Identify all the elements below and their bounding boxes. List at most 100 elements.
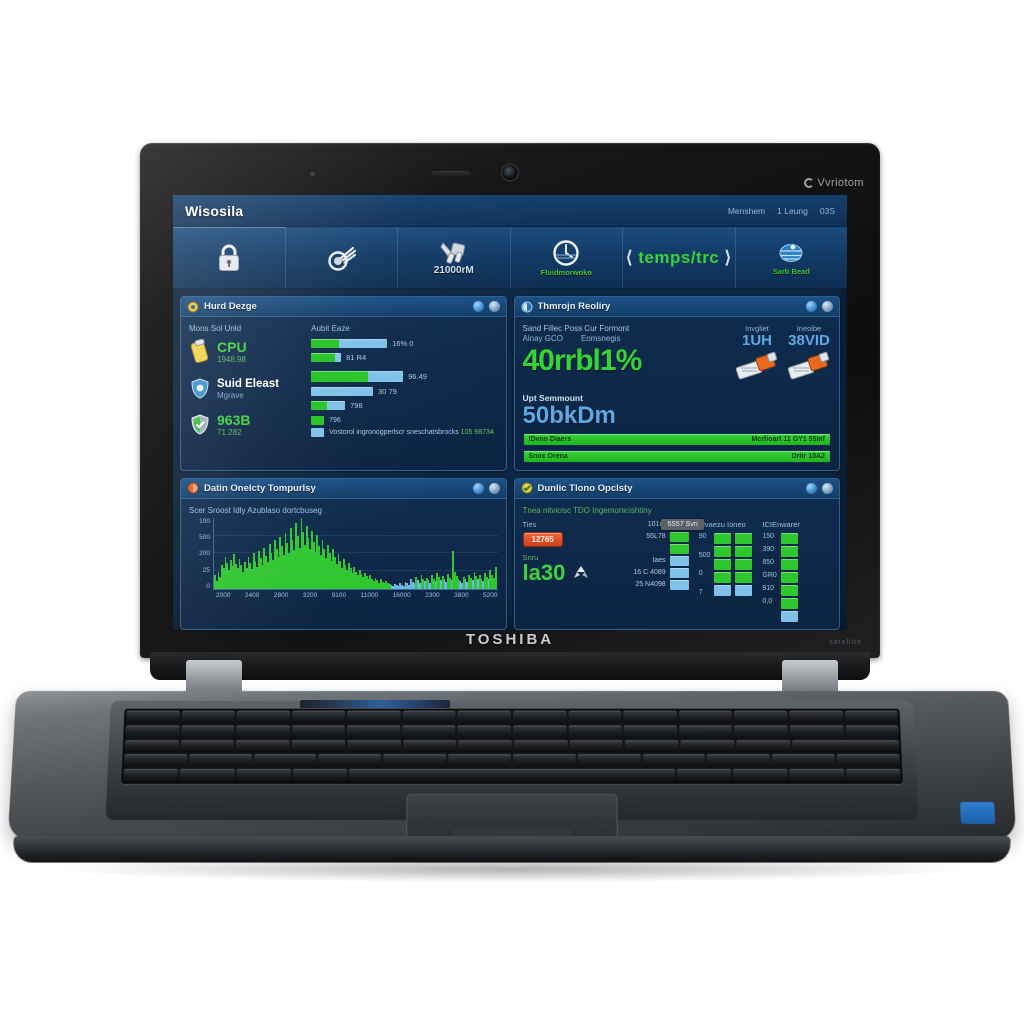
refresh-icon[interactable]	[806, 482, 817, 494]
keyboard-key[interactable]	[235, 739, 290, 753]
grid-key-row[interactable]: Iaes	[652, 555, 689, 566]
keyboard-key[interactable]	[125, 725, 180, 738]
keyboard-key[interactable]	[179, 769, 235, 782]
keyboard-key[interactable]	[513, 710, 567, 724]
keyboard-key[interactable]	[123, 769, 179, 782]
keyboard-key[interactable]	[736, 739, 791, 753]
grid-block[interactable]	[780, 597, 798, 609]
keyboard-key[interactable]	[402, 725, 456, 738]
keyboard-key[interactable]	[347, 710, 401, 724]
grid-block[interactable]	[780, 545, 798, 557]
keyboard-key[interactable]	[236, 710, 291, 724]
trackpad[interactable]	[406, 793, 618, 843]
keyboard-key[interactable]	[514, 739, 568, 753]
connector-item[interactable]: Invgliet 1UH	[735, 324, 779, 385]
keyboard-key[interactable]	[457, 725, 512, 738]
keyboard-key[interactable]	[291, 710, 346, 724]
keyboard-key[interactable]	[789, 710, 843, 724]
keyboard-key[interactable]	[845, 769, 901, 782]
toolbar-item-clock[interactable]: Fluidmorwoko	[511, 227, 623, 288]
grid-block[interactable]	[735, 558, 753, 570]
toolbar-item-lock[interactable]	[173, 227, 286, 288]
keyboard-key[interactable]	[625, 739, 679, 753]
keyboard-key[interactable]	[707, 754, 771, 768]
connector-item[interactable]: Ineoibe 38VID	[787, 324, 831, 385]
keyboard-key[interactable]	[623, 725, 678, 738]
keyboard[interactable]	[121, 708, 903, 784]
grid-action-button[interactable]: 12765	[522, 531, 563, 547]
keyboard-key[interactable]	[236, 769, 291, 782]
keyboard-key[interactable]	[680, 739, 735, 753]
stat-row[interactable]: Suid Eleast Mgrave	[189, 377, 303, 401]
keyboard-key[interactable]	[383, 754, 447, 768]
keyboard-key[interactable]	[291, 725, 346, 738]
keyboard-key[interactable]	[771, 754, 836, 768]
keyboard-key[interactable]	[678, 710, 733, 724]
settings-icon[interactable]	[822, 482, 833, 494]
keyboard-key[interactable]	[733, 710, 788, 724]
keyboard-key[interactable]	[568, 710, 622, 724]
keyboard-key[interactable]	[346, 725, 401, 738]
grid-block[interactable]	[780, 610, 798, 622]
toolbar-item-network[interactable]: Sarb Bead	[736, 227, 848, 288]
keyboard-key[interactable]	[125, 710, 180, 724]
keyboard-key[interactable]	[448, 754, 511, 768]
keyboard-key[interactable]	[569, 739, 624, 753]
keyboard-key[interactable]	[458, 739, 513, 753]
grid-block[interactable]	[735, 545, 753, 557]
keyboard-key[interactable]	[512, 754, 576, 768]
grid-block[interactable]	[780, 584, 798, 596]
stat-row[interactable]: 963B 71.282	[189, 413, 303, 437]
keyboard-key[interactable]	[348, 769, 676, 782]
grid-block[interactable]	[780, 558, 798, 570]
keyboard-key[interactable]	[623, 710, 677, 724]
grid-key-row[interactable]: 55L78	[646, 531, 689, 542]
keyboard-key[interactable]	[568, 725, 622, 738]
keyboard-key[interactable]	[291, 739, 346, 753]
grid-block[interactable]	[780, 571, 798, 583]
keyboard-key[interactable]	[733, 769, 788, 782]
keyboard-key[interactable]	[180, 725, 235, 738]
keyboard-key[interactable]	[253, 754, 317, 768]
keyboard-key[interactable]	[679, 725, 733, 738]
keyboard-key[interactable]	[844, 725, 899, 738]
keyboard-key[interactable]	[734, 725, 789, 738]
refresh-icon[interactable]	[472, 482, 484, 494]
grid-key-row[interactable]	[666, 543, 689, 554]
grid-block[interactable]	[780, 532, 798, 544]
keyboard-key[interactable]	[642, 754, 706, 768]
grid-block[interactable]	[735, 571, 753, 583]
keyboard-key[interactable]	[457, 710, 512, 724]
keyboard-key[interactable]	[836, 754, 901, 768]
refresh-icon[interactable]	[806, 301, 817, 312]
keyboard-key[interactable]	[791, 739, 900, 753]
settings-icon[interactable]	[488, 482, 500, 494]
keyboard-key[interactable]	[789, 769, 845, 782]
toolbar-item-brush[interactable]	[286, 227, 398, 288]
keyboard-key[interactable]	[402, 739, 457, 753]
keyboard-key[interactable]	[676, 769, 732, 782]
keyboard-key[interactable]	[513, 725, 567, 738]
grid-block[interactable]	[714, 571, 732, 583]
stat-row[interactable]: CPU 1948.98	[189, 339, 303, 365]
keyboard-key[interactable]	[789, 725, 844, 738]
keyboard-key[interactable]	[123, 754, 188, 768]
grid-block[interactable]	[714, 532, 732, 544]
grid-key-row[interactable]: 25 N4098	[635, 579, 689, 590]
keyboard-key[interactable]	[124, 739, 179, 753]
keyboard-key[interactable]	[844, 710, 899, 724]
keyboard-key[interactable]	[181, 710, 235, 724]
toolbar-item-tools[interactable]: 21000rM	[398, 227, 511, 288]
keyboard-key[interactable]	[236, 725, 290, 738]
keyboard-key[interactable]	[292, 769, 348, 782]
keyboard-key[interactable]	[577, 754, 641, 768]
keyboard-key[interactable]	[347, 739, 401, 753]
grid-key-row[interactable]: 16 C 4089	[633, 567, 689, 578]
keyboard-key[interactable]	[402, 710, 456, 724]
settings-icon[interactable]	[488, 301, 500, 312]
toolbar-item-temps[interactable]: ⟨ temps/trc ⟩	[623, 227, 736, 288]
grid-block[interactable]	[735, 584, 753, 596]
grid-block[interactable]	[735, 532, 753, 544]
refresh-icon[interactable]	[472, 301, 484, 312]
grid-block[interactable]	[714, 545, 732, 557]
